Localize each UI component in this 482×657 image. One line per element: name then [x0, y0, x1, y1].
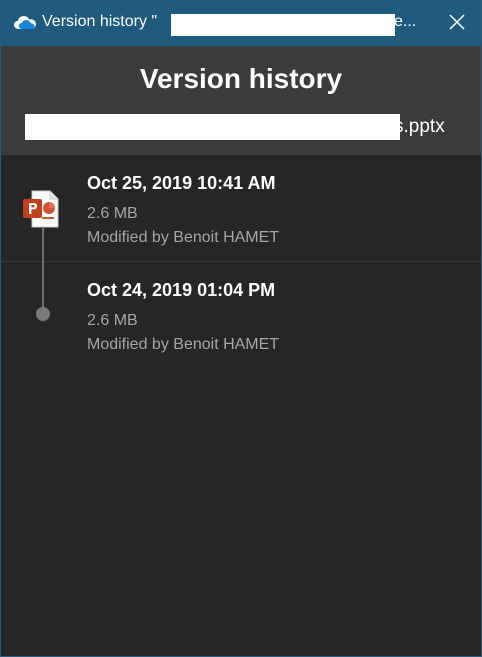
version-date: Oct 24, 2019 01:04 PM	[87, 280, 276, 300]
close-button[interactable]	[445, 10, 469, 34]
version-size: 2.6 MB	[87, 205, 138, 222]
version-list: Oct 25, 2019 10:41 AM 2.6 MB Modified by…	[1, 155, 481, 656]
file-name-suffix: s.pptx	[394, 116, 445, 137]
version-history-header: Version history s.pptx	[1, 46, 481, 155]
close-icon	[449, 14, 465, 30]
title-bar: Version history " e...	[1, 0, 481, 46]
window-title-suffix: e...	[394, 13, 417, 30]
redacted-filename-block	[25, 114, 400, 140]
window-title: Version history "	[42, 13, 158, 30]
version-item[interactable]: Oct 24, 2019 01:04 PM 2.6 MB Modified by…	[1, 262, 481, 368]
powerpoint-file-icon	[23, 190, 59, 228]
version-modified-by: Modified by Benoit HAMET	[87, 229, 280, 246]
page-title: Version history	[139, 63, 343, 94]
version-modified-by: Modified by Benoit HAMET	[87, 336, 280, 353]
redacted-filename-block	[171, 14, 395, 36]
version-item[interactable]: Oct 25, 2019 10:41 AM 2.6 MB Modified by…	[1, 155, 481, 262]
version-history-window: Version history " e... Version history s…	[0, 0, 482, 657]
version-size: 2.6 MB	[87, 312, 138, 329]
timeline-dot	[36, 307, 50, 321]
timeline-line	[42, 228, 44, 314]
onedrive-cloud-icon	[13, 13, 37, 31]
version-date: Oct 25, 2019 10:41 AM	[87, 173, 276, 193]
